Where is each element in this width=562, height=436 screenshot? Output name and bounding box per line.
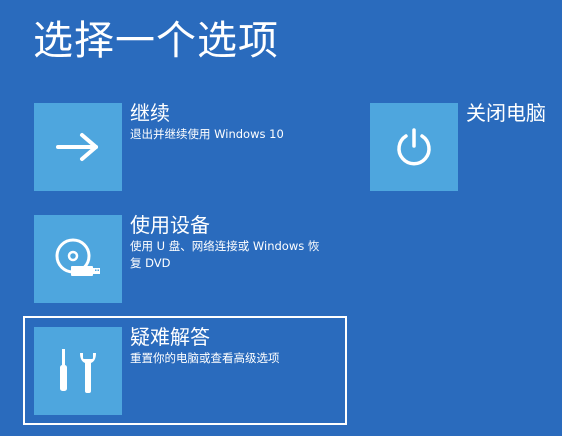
continue-title: 继续: [130, 101, 170, 125]
use-device-description: 使用 U 盘、网络连接或 Windows 恢复 DVD: [130, 239, 320, 270]
arrow-right-icon: [56, 133, 98, 161]
shutdown-tile[interactable]: [370, 103, 458, 191]
power-icon: [397, 128, 431, 166]
troubleshoot-description: 重置你的电脑或查看高级选项: [130, 351, 280, 365]
page-title: 选择一个选项: [33, 18, 279, 64]
shutdown-option[interactable]: 关闭电脑: [370, 101, 555, 193]
shutdown-title: 关闭电脑: [466, 101, 546, 125]
continue-option[interactable]: 继续 退出并继续使用 Windows 10: [34, 101, 324, 193]
continue-tile[interactable]: [34, 103, 122, 191]
continue-description: 退出并继续使用 Windows 10: [130, 127, 284, 141]
use-device-title: 使用设备: [130, 213, 210, 237]
use-device-tile[interactable]: [34, 215, 122, 303]
troubleshoot-tile[interactable]: [34, 327, 122, 415]
troubleshoot-option[interactable]: 疑难解答 重置你的电脑或查看高级选项: [23, 316, 347, 425]
disc-usb-icon: [55, 238, 100, 276]
use-device-option[interactable]: 使用设备 使用 U 盘、网络连接或 Windows 恢复 DVD: [34, 213, 324, 305]
tools-icon: [60, 349, 96, 393]
troubleshoot-title: 疑难解答: [130, 325, 210, 349]
